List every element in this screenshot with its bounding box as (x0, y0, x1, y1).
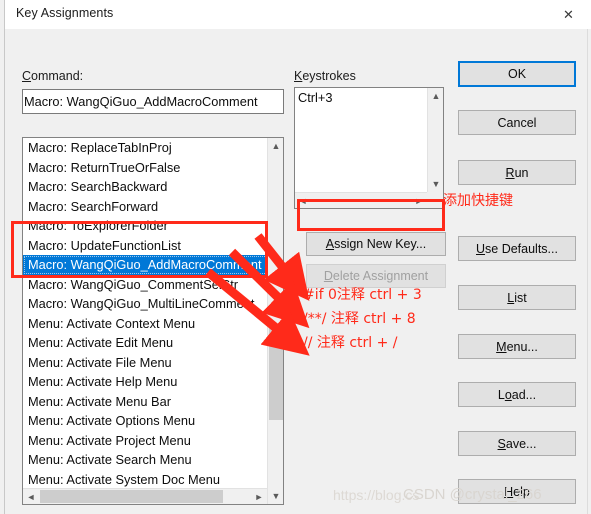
chevron-down-icon[interactable]: ▼ (268, 488, 283, 504)
command-input[interactable]: Macro: WangQiGuo_AddMacroComment (22, 89, 284, 114)
keystrokes-listbox[interactable]: Ctrl+3 ▲ ▼ ◄ ► (294, 87, 444, 209)
list-item[interactable]: Macro: SearchForward (23, 197, 268, 217)
command-list-horizontal-scrollbar[interactable]: ◄ ► (23, 488, 267, 504)
save-button[interactable]: Save... (458, 431, 576, 456)
horizontal-scroll-thumb[interactable] (40, 490, 223, 503)
menu-button[interactable]: Menu... (458, 334, 576, 359)
keystrokes-vertical-scrollbar[interactable]: ▲ ▼ (427, 88, 443, 192)
list-item[interactable]: Macro: ReplaceTabInProj (23, 138, 268, 158)
list-item[interactable]: Menu: Activate Menu Bar (23, 392, 268, 412)
list-item[interactable]: Menu: Activate System Doc Menu (23, 470, 268, 490)
command-list-vertical-scrollbar[interactable]: ▲ ▼ (267, 138, 283, 504)
list-item[interactable]: Macro: SearchBackward (23, 177, 268, 197)
list-label: List (507, 290, 527, 305)
use-defaults-label: Use Defaults... (476, 241, 558, 256)
ok-label: OK (507, 67, 527, 81)
chevron-left-icon[interactable]: ◄ (23, 489, 39, 504)
annotation-line-1: #if 0注释 ctrl + 3 (303, 287, 422, 303)
list-item[interactable]: Menu: Activate Help Menu (23, 372, 268, 392)
use-defaults-button[interactable]: Use Defaults... (458, 236, 576, 261)
list-item[interactable]: Menu: Activate Options Menu (23, 411, 268, 431)
list-item[interactable]: Macro: ReturnTrueOrFalse (23, 158, 268, 178)
keystroke-item[interactable]: Ctrl+3 (298, 90, 333, 105)
menu-label: Menu... (496, 339, 538, 354)
list-item[interactable]: Menu: Activate Search Menu (23, 450, 268, 470)
cancel-button[interactable]: Cancel (458, 110, 576, 135)
run-button[interactable]: Run (458, 160, 576, 185)
assign-new-key-button[interactable]: Assign New Key... (306, 232, 446, 256)
key-assignments-dialog: Key Assignments ✕ Command: Macro: WangQi… (0, 0, 591, 514)
keystrokes-label: Keystrokes (294, 69, 356, 83)
chevron-down-icon[interactable]: ▼ (428, 176, 444, 192)
chevron-right-icon[interactable]: ► (411, 193, 427, 208)
annotation-line-3: // 注释 ctrl + / (303, 335, 398, 351)
keystrokes-horizontal-scrollbar[interactable]: ◄ ► (295, 192, 443, 208)
list-item[interactable]: Menu: Activate Project Menu (23, 431, 268, 451)
dialog-body: Command: Macro: WangQiGuo_AddMacroCommen… (5, 29, 587, 514)
chevron-right-icon[interactable]: ► (251, 489, 267, 504)
list-item[interactable]: Menu: Activate File Menu (23, 353, 268, 373)
window-frame-right (587, 0, 591, 514)
delete-assignment-label: Delete Assignment (323, 269, 429, 283)
load-button[interactable]: Load... (458, 382, 576, 407)
scroll-corner (427, 192, 443, 208)
list-item[interactable]: Macro: WangQiGuo_CommentSelStr (23, 275, 268, 295)
close-icon[interactable]: ✕ (546, 0, 591, 29)
list-item[interactable]: Menu: Activate Context Menu (23, 314, 268, 334)
command-label: Command: (22, 69, 84, 83)
save-label: Save... (497, 436, 537, 451)
load-label: Load... (497, 387, 537, 402)
list-item[interactable]: Macro: ToExplorerFolder (23, 216, 268, 236)
watermark-author: CSDN @crystal_266 (403, 486, 542, 503)
ok-button[interactable]: OK (458, 61, 576, 87)
run-label: Run (505, 165, 529, 180)
assign-new-key-label: Assign New Key... (325, 237, 427, 251)
window-title: Key Assignments (16, 6, 114, 20)
chevron-up-icon[interactable]: ▲ (268, 138, 283, 154)
chevron-left-icon[interactable]: ◄ (295, 193, 311, 208)
list-item[interactable]: Macro: WangQiGuo_MultiLineComment (23, 294, 268, 314)
command-list-items: Macro: ReplaceTabInProj Macro: ReturnTrue… (23, 138, 268, 489)
list-item[interactable]: Macro: UpdateFunctionList (23, 236, 268, 256)
command-input-value: Macro: WangQiGuo_AddMacroComment (24, 94, 258, 109)
list-button[interactable]: List (458, 285, 576, 310)
title-bar: Key Assignments ✕ (5, 0, 591, 29)
command-listbox[interactable]: Macro: ReplaceTabInProj Macro: ReturnTrue… (22, 137, 284, 505)
annotation-line-2: /**/ 注释 ctrl + 8 (303, 311, 416, 327)
cancel-label: Cancel (497, 115, 537, 130)
annotation-add-shortcut: 添加快捷键 (443, 193, 513, 209)
list-item[interactable]: Menu: Activate Edit Menu (23, 333, 268, 353)
chevron-up-icon[interactable]: ▲ (428, 88, 444, 104)
vertical-scroll-thumb[interactable] (269, 328, 283, 420)
list-item[interactable]: Macro: WangQiGuo_AddMacroComment (23, 255, 268, 275)
